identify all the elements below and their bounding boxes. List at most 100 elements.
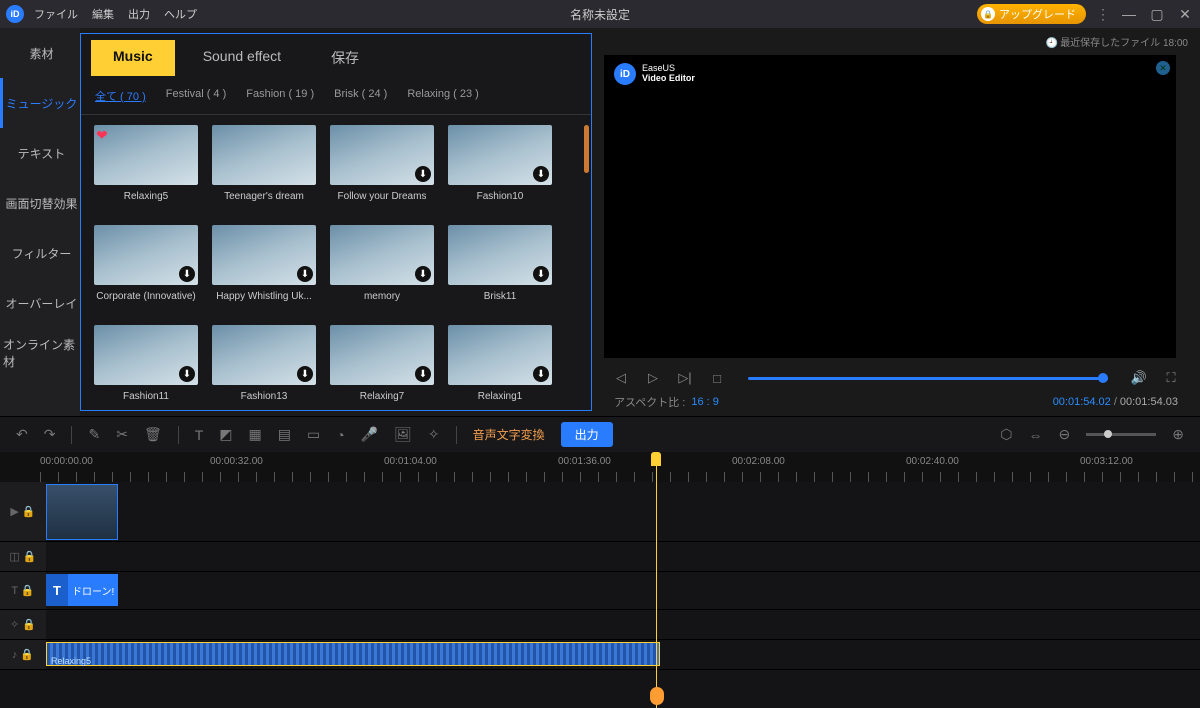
download-icon[interactable]: ⬇	[533, 166, 549, 182]
zoom-slider[interactable]	[1086, 433, 1156, 436]
filter-relaxing[interactable]: Relaxing ( 23 )	[407, 88, 479, 104]
music-item[interactable]: ❤Relaxing5	[91, 125, 201, 221]
delete-icon[interactable]: 🗑	[144, 426, 162, 443]
freeze-icon[interactable]: ▭	[307, 426, 320, 443]
upgrade-button[interactable]: 🔒 アップグレード	[977, 4, 1086, 24]
filter-brisk[interactable]: Brisk ( 24 )	[334, 88, 387, 104]
music-item[interactable]: ⬇Follow your Dreams	[327, 125, 437, 221]
download-icon[interactable]: ⬇	[297, 266, 313, 282]
download-icon[interactable]: ⬇	[179, 366, 195, 382]
pip-track-head[interactable]: ◫ 🔒	[0, 542, 46, 571]
lib-tab-saved[interactable]: 保存	[309, 40, 381, 76]
export-button[interactable]: 出力	[561, 422, 613, 447]
play-button[interactable]: ▷	[644, 370, 662, 386]
minimize-button[interactable]: —	[1120, 6, 1138, 22]
duration-icon[interactable]: ◔	[336, 427, 344, 443]
text-tool-icon[interactable]: T	[195, 427, 204, 443]
download-icon[interactable]: ⬇	[533, 366, 549, 382]
speech-to-text-button[interactable]: 音声文字変換	[473, 426, 545, 443]
watermark: iD EaseUSVideo Editor	[614, 63, 695, 85]
music-item[interactable]: ⬇Corporate (Innovative)	[91, 225, 201, 321]
music-item[interactable]: ⬇Fashion10	[445, 125, 555, 221]
music-item[interactable]: ⬇ Fashion13	[209, 325, 319, 410]
fullscreen-icon[interactable]: ⛶	[1162, 370, 1180, 386]
stop-button[interactable]: □	[708, 371, 726, 386]
volume-icon[interactable]: 🔊	[1130, 370, 1148, 386]
audio-clip[interactable]: Relaxing5	[46, 642, 660, 666]
vtab-transition[interactable]: 画面切替効果	[0, 178, 80, 228]
split-icon[interactable]: ✂	[116, 426, 128, 443]
undo-icon[interactable]: ↶	[16, 426, 28, 443]
color-icon[interactable]: ✧	[428, 426, 440, 443]
preview-progress[interactable]	[748, 377, 1108, 380]
menu-file[interactable]: ファイル	[34, 6, 78, 22]
music-label: Relaxing1	[478, 391, 522, 402]
grid-icon[interactable]: ▤	[278, 426, 291, 443]
text-track-head[interactable]: T 🔒	[0, 572, 46, 609]
audio-track-head[interactable]: ♪ 🔒	[0, 640, 46, 669]
download-icon[interactable]: ⬇	[179, 266, 195, 282]
vtab-music[interactable]: ミュージック	[0, 78, 80, 128]
vtab-filter[interactable]: フィルター	[0, 228, 80, 278]
vtab-online[interactable]: オンライン素材	[0, 328, 80, 378]
lib-tab-music[interactable]: Music	[91, 40, 175, 76]
music-label: Relaxing7	[360, 391, 404, 402]
heart-icon: ❤	[96, 127, 108, 144]
music-label: Happy Whistling Uk...	[216, 291, 312, 302]
music-item[interactable]: ⬇ Happy Whistling Uk...	[209, 225, 319, 321]
audio-clip-label: Relaxing5	[51, 656, 91, 666]
filter-fashion[interactable]: Fashion ( 19 )	[246, 88, 314, 104]
zoom-in-icon[interactable]: ⊕	[1172, 426, 1184, 443]
zoom-out-icon[interactable]: ⊖	[1059, 426, 1071, 443]
library-scrollbar[interactable]	[584, 125, 589, 173]
more-menu-icon[interactable]: ⋮	[1096, 6, 1110, 23]
playhead[interactable]	[656, 452, 657, 708]
vtab-overlay[interactable]: オーバーレイ	[0, 278, 80, 328]
menu-help[interactable]: ヘルプ	[164, 6, 197, 22]
crop-icon[interactable]: ◩	[219, 426, 232, 443]
prev-frame-button[interactable]: ◁	[612, 370, 630, 386]
maximize-button[interactable]: ▢	[1148, 6, 1166, 23]
clock-icon: 🕘	[1046, 38, 1058, 49]
music-item[interactable]: ⬇ memory	[327, 225, 437, 321]
filter-festival[interactable]: Festival ( 4 )	[166, 88, 227, 104]
mosaic-icon[interactable]: ▦	[249, 426, 262, 443]
fit-icon[interactable]: ⇔	[1029, 427, 1043, 443]
download-icon[interactable]: ⬇	[297, 366, 313, 382]
filter-all[interactable]: 全て ( 70 )	[95, 88, 146, 104]
recent-saved-label[interactable]: 🕘最近保存したファイル 18:00	[600, 32, 1192, 51]
watermark-close-icon[interactable]: ✕	[1156, 61, 1170, 75]
snapshot-icon[interactable]: 🖼	[394, 426, 412, 443]
music-item[interactable]: ⬇ Relaxing1	[445, 325, 555, 410]
aspect-value[interactable]: 16 : 9	[691, 396, 719, 408]
redo-icon[interactable]: ↷	[44, 426, 56, 443]
music-item[interactable]: ⬇Fashion11	[91, 325, 201, 410]
text-clip[interactable]: T ドローン!	[46, 574, 118, 606]
ruler-label: 00:00:00.00	[40, 456, 93, 467]
download-icon[interactable]: ⬇	[415, 366, 431, 382]
timeline-ruler[interactable]: 00:00:00.00 00:00:32.00 00:01:04.00 00:0…	[0, 452, 1200, 482]
lib-tab-sfx[interactable]: Sound effect	[181, 40, 303, 76]
next-frame-button[interactable]: ▷|	[676, 370, 694, 386]
close-button[interactable]: ✕	[1176, 6, 1194, 23]
vtab-media[interactable]: 素材	[0, 28, 80, 78]
music-item[interactable]: ⬇Brisk11	[445, 225, 555, 321]
video-clip[interactable]	[46, 484, 118, 540]
download-icon[interactable]: ⬇	[415, 266, 431, 282]
video-track-head[interactable]: ▶ 🔒	[0, 482, 46, 541]
split-handle-icon[interactable]	[650, 687, 664, 705]
vtab-text[interactable]: テキスト	[0, 128, 80, 178]
music-item[interactable]: ⬇ Relaxing7	[327, 325, 437, 410]
music-item[interactable]: Teenager's dream	[209, 125, 319, 221]
music-label: memory	[364, 291, 400, 302]
download-icon[interactable]: ⬇	[415, 166, 431, 182]
menu-output[interactable]: 出力	[128, 6, 150, 22]
music-label: Fashion13	[241, 391, 288, 402]
edit-icon[interactable]: ✎	[88, 426, 100, 443]
filter-track-head[interactable]: ✧ 🔒	[0, 610, 46, 639]
voiceover-icon[interactable]: 🎤	[361, 426, 378, 443]
menu-edit[interactable]: 編集	[92, 6, 114, 22]
marker-icon[interactable]: ⬡	[1000, 426, 1012, 443]
preview-player[interactable]: iD EaseUSVideo Editor ✕	[604, 55, 1176, 358]
download-icon[interactable]: ⬇	[533, 266, 549, 282]
